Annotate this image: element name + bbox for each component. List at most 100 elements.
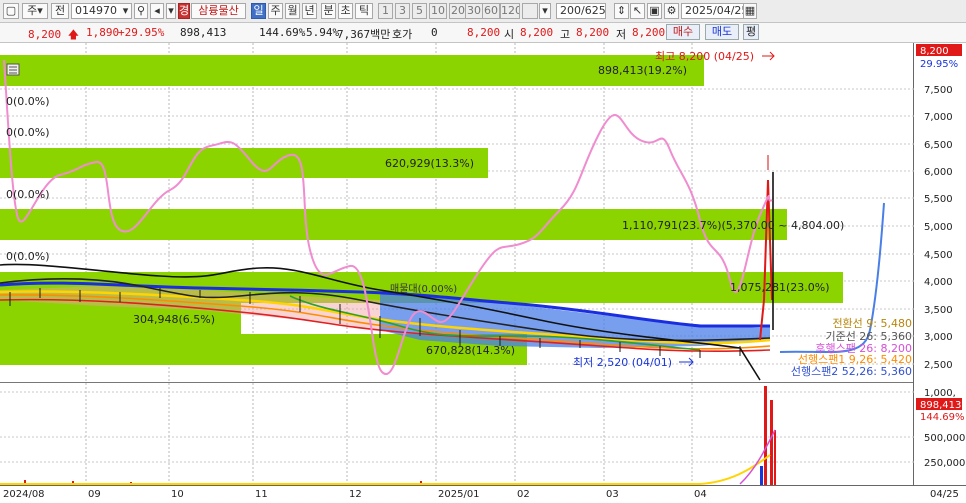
zero-label: 0(0.0%) — [6, 250, 50, 263]
midband-label: 매물대(0.00%) — [390, 283, 457, 295]
tab-period-week[interactable]: 주 — [268, 3, 283, 19]
time-tick: 02 — [517, 489, 530, 500]
interval-120[interactable]: 120 — [500, 3, 520, 19]
profile-label: 898,413(19.2%) — [598, 64, 687, 77]
quote-info-bar: 8,200 🡅 1,890 +29.95% 898,413 144.69% 5.… — [0, 23, 966, 43]
volume-tag-text: 898,413 — [920, 400, 961, 411]
time-tick: 09 — [88, 489, 101, 500]
open-price: 8,200 — [520, 26, 554, 39]
up-arrow-icon: 🡅 — [67, 28, 80, 41]
time-tick: 2024/08 — [3, 489, 45, 500]
quote-value: 0 — [431, 26, 438, 39]
high-label: 고 — [560, 28, 571, 41]
profile-label: 1,075,281(23.0%) — [730, 281, 830, 294]
bar-count-input[interactable]: 200/625 — [556, 3, 606, 19]
quote-price: 8,200 — [467, 26, 501, 39]
stock-chart[interactable]: 898,413(19.2%) 620,929(13.3%) 1,110,791(… — [0, 43, 966, 503]
tab-period-day[interactable]: 일 — [251, 3, 266, 19]
low-note: 최저 2,520 (04/01) — [573, 356, 672, 369]
market-select[interactable]: 주▾ — [22, 3, 48, 19]
profile-label: 670,828(14.3%) — [426, 344, 515, 357]
chevron-down-icon[interactable]: ▾ — [120, 3, 132, 19]
open-label: 시 — [504, 28, 515, 41]
zero-label: 0(0.0%) — [6, 126, 50, 139]
toolbar: ▢ 주▾ 전 014970 ▾ ⚲ ◂ ▾ 경 삼륭물산 일 주 월 년 분 초… — [0, 0, 966, 23]
quote-label: 호가 — [392, 28, 413, 41]
price-tag-text: 8,200 — [920, 46, 949, 57]
speaker-icon[interactable]: ◂ — [150, 3, 164, 19]
volume-tick: 1,000, — [924, 388, 956, 399]
interval-1[interactable]: 1 — [378, 3, 393, 19]
price-tick: 6,500 — [924, 140, 953, 151]
volume-panel — [0, 383, 914, 485]
time-tick: 04 — [694, 489, 707, 500]
volume-value: 898,413 — [180, 26, 227, 39]
interval-5[interactable]: 5 — [412, 3, 427, 19]
price-tick: 7,500 — [924, 85, 953, 96]
time-tick: 03 — [606, 489, 619, 500]
time-tick-right: 04/25 — [930, 489, 959, 500]
price-tick: 7,000 — [924, 112, 953, 123]
price-tick: 2,500 — [924, 360, 953, 371]
price-tick: 3,500 — [924, 305, 953, 316]
low-price: 8,200 — [632, 26, 666, 39]
price-change-pct: +29.95% — [118, 26, 165, 39]
tab-period-minute[interactable]: 분 — [321, 3, 336, 19]
custom-interval-input[interactable] — [522, 3, 538, 19]
high-price: 8,200 — [576, 26, 610, 39]
profile-label: 1,110,791(23.7%)(5,370.00 ~ 4,804.00) — [622, 219, 844, 232]
save-icon[interactable]: ▣ — [647, 3, 662, 19]
stock-flag-icon[interactable]: 경 — [178, 3, 190, 19]
interval-60[interactable]: 60 — [482, 3, 500, 19]
tab-period-tick[interactable]: 틱 — [355, 3, 373, 19]
chevron-down-icon[interactable]: ▾ — [539, 3, 551, 19]
interval-30[interactable]: 30 — [465, 3, 483, 19]
gear-icon[interactable]: ⚙ — [664, 3, 679, 19]
time-tick: 11 — [255, 489, 268, 500]
time-tick: 12 — [349, 489, 362, 500]
date-input[interactable]: 2025/04/25 — [681, 3, 747, 19]
low-label: 저 — [616, 28, 627, 41]
price-tick: 3,000 — [924, 332, 953, 343]
volume-tick: 250,000 — [924, 458, 965, 469]
interval-10[interactable]: 10 — [429, 3, 447, 19]
price-change: 1,890 — [86, 26, 120, 39]
tab-period-month[interactable]: 월 — [285, 3, 300, 19]
even-button[interactable]: 평 — [743, 24, 759, 40]
profile-label: 304,948(6.5%) — [133, 313, 215, 326]
price-tick: 5,000 — [924, 222, 953, 233]
buy-button[interactable]: 매수 — [666, 24, 700, 40]
pin-icon[interactable]: ⇕ — [614, 3, 629, 19]
stock-name-label: 삼륭물산 — [191, 3, 246, 19]
volume-ratio: 144.69% — [259, 26, 306, 39]
market-filter-select[interactable]: 전 — [51, 3, 69, 19]
high-note: 최고 8,200 (04/25) — [655, 50, 754, 63]
tab-period-second[interactable]: 초 — [338, 3, 353, 19]
speaker-menu-icon[interactable]: ▾ — [166, 3, 176, 19]
pct-tag: 29.95% — [920, 59, 958, 70]
price-axis: 7,500 7,000 6,500 6,000 5,500 5,000 4,50… — [924, 85, 953, 371]
price-tick: 4,000 — [924, 277, 953, 288]
window-icon[interactable]: ▢ — [3, 3, 19, 19]
price-tick: 4,500 — [924, 250, 953, 261]
price-tick: 6,000 — [924, 167, 953, 178]
time-axis: 2024/08 09 10 11 12 2025/01 02 03 04 04/… — [3, 489, 959, 500]
zero-label: 0(0.0%) — [6, 95, 50, 108]
turnover-rate: 5.94% — [306, 26, 340, 39]
volume-tick: 500,000 — [924, 433, 965, 444]
interval-3[interactable]: 3 — [395, 3, 410, 19]
calendar-icon[interactable]: ▦ — [743, 3, 757, 19]
volume-pct-tag: 144.69% — [920, 412, 965, 423]
price-tick: 5,500 — [924, 194, 953, 205]
cursor-icon[interactable]: ↖ — [630, 3, 645, 19]
trade-amount: 7,367백만 — [337, 28, 391, 41]
time-tick: 2025/01 — [438, 489, 480, 500]
sell-button[interactable]: 매도 — [705, 24, 739, 40]
legend-conversion-line: 전환선 9: 5,480 — [832, 317, 912, 330]
tab-period-year[interactable]: 년 — [302, 3, 317, 19]
zero-label: 0(0.0%) — [6, 188, 50, 201]
time-tick: 10 — [171, 489, 184, 500]
profile-label: 620,929(13.3%) — [385, 157, 474, 170]
legend-leading-span2: 선행스팬2 52,26: 5,360 — [791, 365, 912, 378]
search-icon[interactable]: ⚲ — [134, 3, 148, 19]
